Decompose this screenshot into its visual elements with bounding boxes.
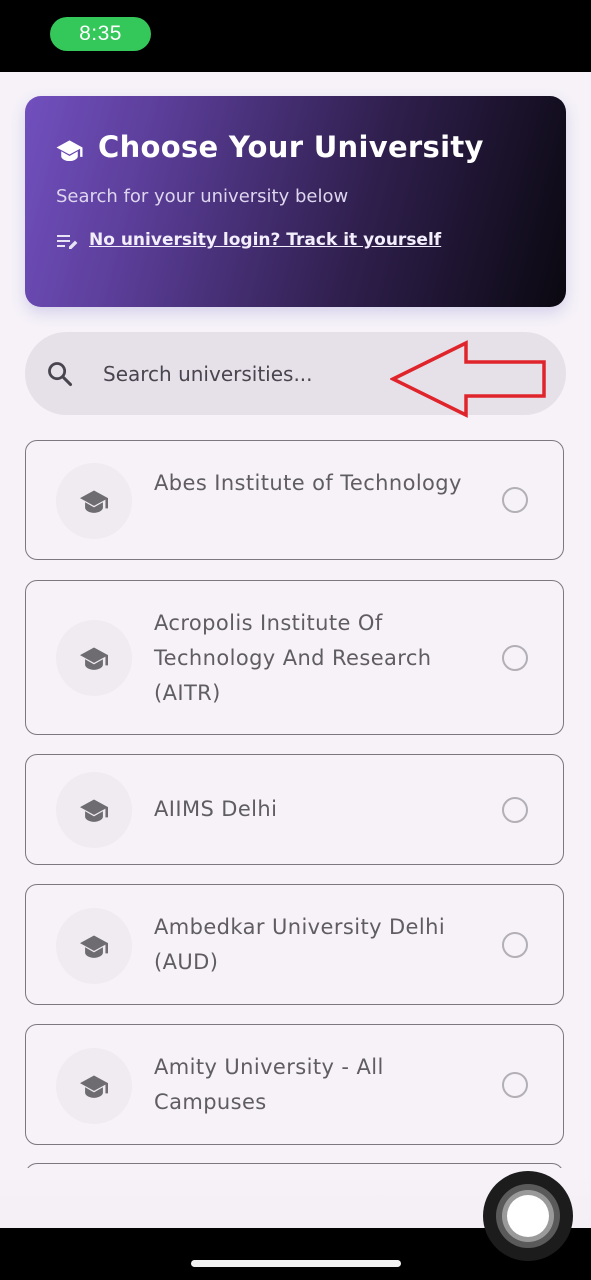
university-item[interactable]: Amity University - All Campuses xyxy=(25,1024,564,1145)
radio-unchecked-icon[interactable] xyxy=(502,797,528,823)
radio-unchecked-icon[interactable] xyxy=(502,1072,528,1098)
search-icon xyxy=(48,362,73,387)
graduation-cap-icon xyxy=(80,490,108,513)
graduation-cap-icon xyxy=(80,935,108,958)
university-avatar xyxy=(56,908,132,984)
university-name: Abes Institute of Technology xyxy=(154,471,462,495)
graduation-cap-icon xyxy=(80,647,108,670)
university-name: Acropolis Institute Of Technology And Re… xyxy=(154,611,432,705)
status-bar: 8:35 xyxy=(0,0,591,72)
home-indicator[interactable] xyxy=(191,1260,401,1267)
status-time: 8:35 xyxy=(50,17,151,51)
assistive-touch-core xyxy=(507,1195,549,1237)
university-avatar xyxy=(56,772,132,848)
track-it-yourself-link[interactable]: No university login? Track it yourself xyxy=(89,230,441,250)
page-title: Choose Your University xyxy=(98,130,484,164)
annotation-arrow-icon xyxy=(390,340,546,418)
university-avatar xyxy=(56,463,132,539)
header-card: Choose Your University Search for your u… xyxy=(25,96,566,307)
radio-unchecked-icon[interactable] xyxy=(502,487,528,513)
university-avatar xyxy=(56,1048,132,1124)
page-subtitle: Search for your university below xyxy=(56,186,349,207)
edit-list-icon xyxy=(57,235,78,249)
university-item[interactable]: Ambedkar University Delhi (AUD) xyxy=(25,884,564,1005)
graduation-cap-icon xyxy=(56,140,83,162)
radio-unchecked-icon[interactable] xyxy=(502,932,528,958)
radio-unchecked-icon[interactable] xyxy=(502,645,528,671)
graduation-cap-icon xyxy=(80,799,108,822)
university-name: AIIMS Delhi xyxy=(154,797,278,821)
university-name: Ambedkar University Delhi (AUD) xyxy=(154,915,446,974)
assistive-touch-button[interactable] xyxy=(483,1171,573,1261)
university-name: Amity University - All Campuses xyxy=(154,1055,384,1114)
university-avatar xyxy=(56,620,132,696)
university-item[interactable]: Abes Institute of Technology xyxy=(25,440,564,560)
university-item[interactable]: Acropolis Institute Of Technology And Re… xyxy=(25,580,564,735)
university-item[interactable]: AIIMS Delhi xyxy=(25,754,564,865)
graduation-cap-icon xyxy=(80,1075,108,1098)
search-input[interactable] xyxy=(103,352,383,396)
